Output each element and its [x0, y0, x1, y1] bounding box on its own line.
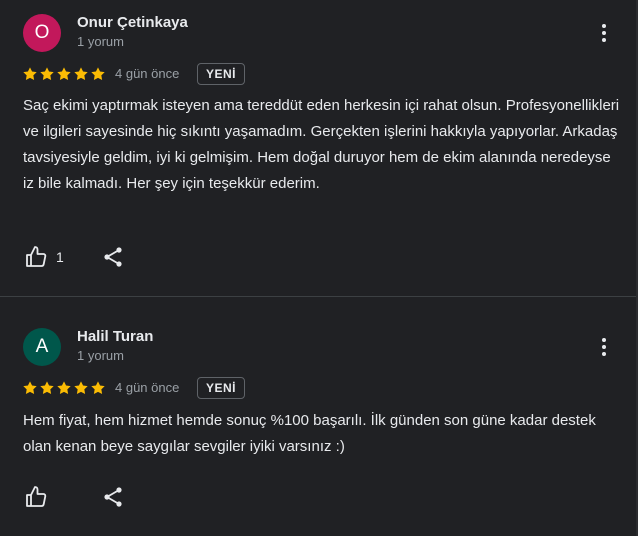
review-text: Hem fiyat, hem hizmet hemde sonuç %100 b…: [23, 412, 596, 455]
reviewer-name[interactable]: Onur Çetinkaya: [77, 14, 188, 31]
more-vert-icon[interactable]: [594, 333, 614, 361]
star-icon: [23, 381, 37, 395]
share-button[interactable]: [101, 245, 125, 274]
new-badge: YENİ: [197, 377, 246, 399]
star-icon: [74, 381, 88, 395]
like-count: 1: [56, 249, 64, 265]
star-icon: [40, 67, 54, 81]
avatar[interactable]: A: [23, 328, 61, 366]
share-icon: [104, 487, 122, 507]
star-rating: [22, 66, 106, 82]
reviewer-name[interactable]: Halil Turan: [77, 328, 153, 345]
thumb-up-icon: [26, 486, 47, 507]
star-icon: [91, 67, 105, 81]
star-rating: [22, 380, 106, 396]
divider: [0, 296, 636, 297]
share-button[interactable]: [101, 485, 125, 514]
review-card: O Onur Çetinkaya 1 yorum 4 gün önce YENİ…: [0, 0, 636, 296]
star-icon: [57, 381, 71, 395]
star-icon: [91, 381, 105, 395]
like-button[interactable]: [24, 485, 56, 509]
star-icon: [40, 381, 54, 395]
more-vert-icon[interactable]: [594, 19, 614, 47]
new-badge: YENİ: [197, 63, 246, 85]
star-icon: [74, 67, 88, 81]
like-button[interactable]: 1: [24, 245, 64, 269]
review-card: A Halil Turan 1 yorum 4 gün önce YENİ He…: [0, 298, 636, 536]
review-time: 4 gün önce: [115, 66, 180, 81]
review-text: Saç ekimi yaptırmak isteyen ama tereddüt…: [23, 97, 620, 192]
star-icon: [57, 67, 71, 81]
thumb-up-icon: [26, 246, 47, 267]
avatar[interactable]: O: [23, 14, 61, 52]
reviewer-review-count: 1 yorum: [77, 34, 124, 49]
review-time: 4 gün önce: [115, 380, 180, 395]
star-icon: [23, 67, 37, 81]
share-icon: [104, 247, 122, 267]
reviewer-review-count: 1 yorum: [77, 348, 124, 363]
